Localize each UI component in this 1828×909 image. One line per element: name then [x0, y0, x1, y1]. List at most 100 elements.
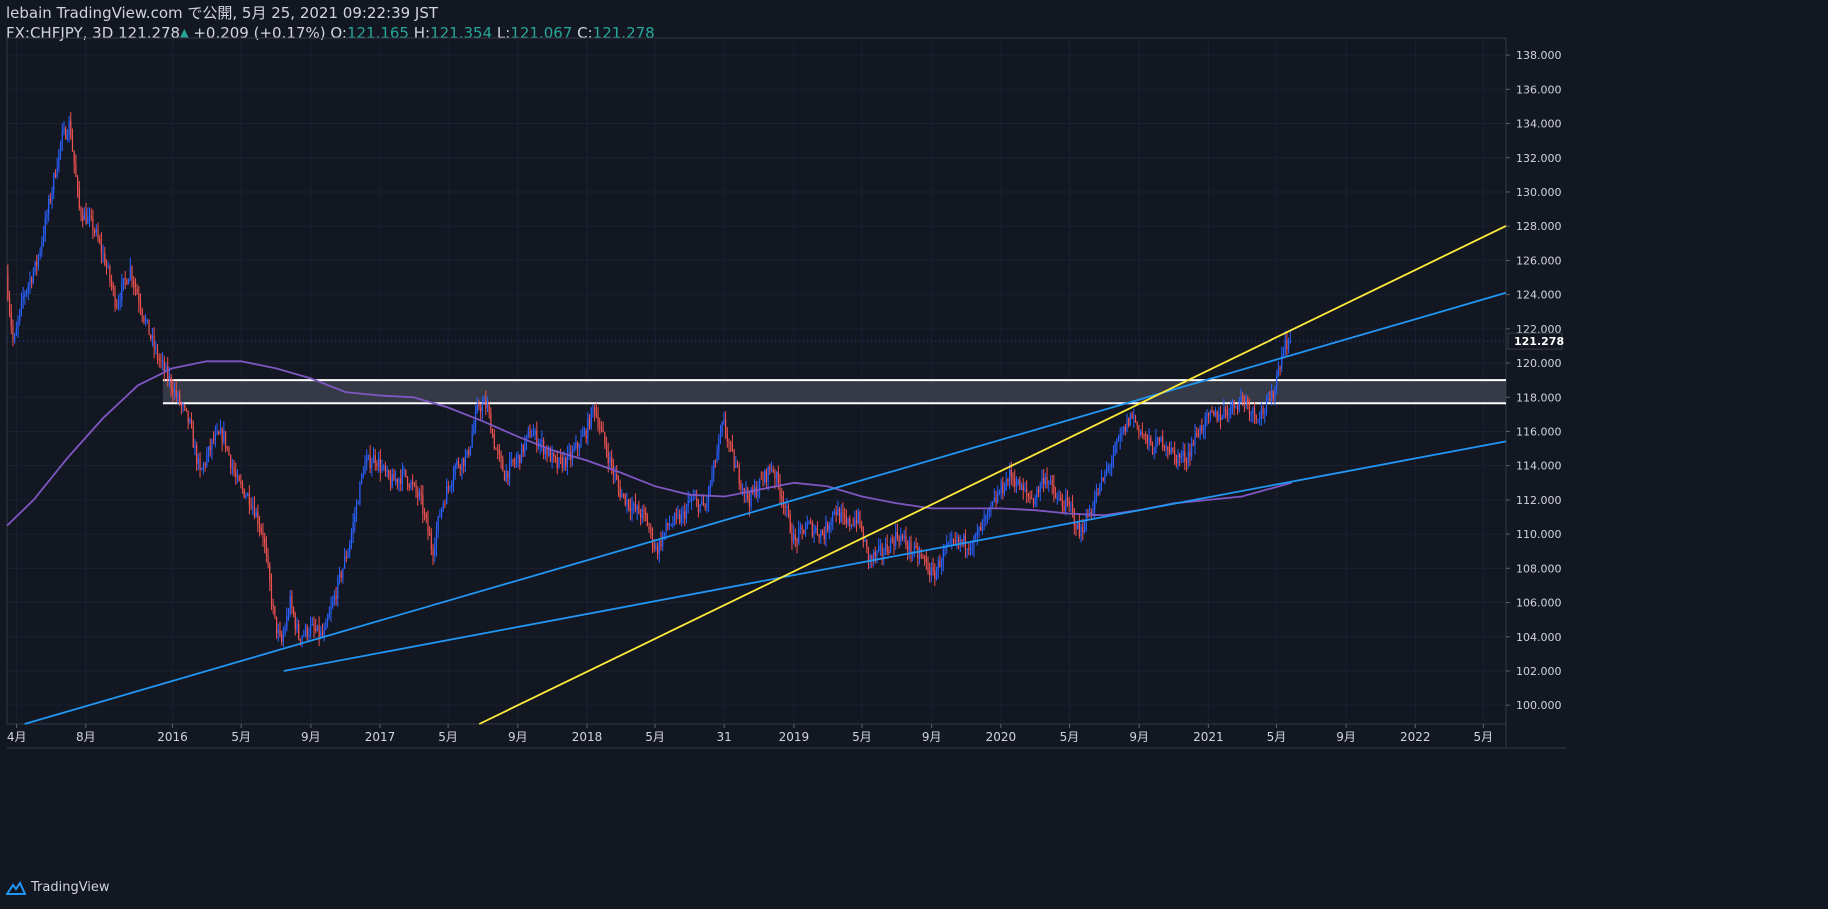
candle-body [338, 572, 341, 579]
candle-body [1032, 498, 1035, 505]
candle-body [206, 455, 208, 466]
candle-body [522, 444, 524, 453]
candle-body [935, 569, 938, 580]
candle-body [889, 539, 892, 553]
candle-body [248, 493, 250, 506]
candle-body [794, 534, 796, 539]
candle-body [480, 407, 482, 412]
candle-body [811, 522, 813, 536]
candle-body [355, 503, 358, 516]
candle-body [427, 518, 429, 533]
candle-body [493, 434, 495, 449]
candle-body [1230, 406, 1232, 414]
candle-body [464, 455, 466, 466]
candle-body [1123, 426, 1125, 433]
candle-body [258, 524, 261, 529]
candle-body [80, 208, 82, 216]
candle-body [952, 539, 955, 541]
candle-body [561, 457, 563, 469]
candle-body [725, 419, 727, 434]
candle-body [1031, 498, 1033, 500]
candle-body [236, 476, 239, 478]
candle-body [139, 302, 142, 310]
resistance-zone [162, 380, 1506, 404]
candle-body [347, 551, 349, 558]
candle-body [638, 505, 640, 514]
candle-body [544, 448, 546, 455]
candle-body [187, 410, 189, 423]
candle-body [400, 478, 402, 484]
candle-body [1097, 492, 1099, 495]
candle-body [628, 499, 630, 508]
candle-body [577, 442, 579, 448]
candle-body [1153, 453, 1155, 455]
candle-body [435, 530, 438, 548]
candle-body [8, 298, 11, 312]
candle-body [1034, 499, 1036, 505]
candle-body [153, 335, 155, 349]
candle-body [646, 516, 648, 527]
candle-body [1252, 408, 1254, 413]
candle-body [345, 556, 347, 558]
candle-body [924, 556, 926, 559]
candle-body [315, 628, 317, 631]
candle-body [182, 405, 184, 407]
candle-body [476, 404, 478, 413]
candle-body [344, 556, 346, 569]
candle-body [937, 560, 939, 570]
candle-body [1071, 504, 1074, 511]
candle-body [845, 517, 847, 524]
candle-body [1148, 437, 1150, 443]
candle-body [529, 430, 531, 438]
candle-body [881, 546, 883, 556]
candle-body [900, 535, 902, 542]
time-tick-label: 4月 [7, 730, 27, 744]
candle-body [405, 469, 407, 477]
candle-body [767, 466, 769, 482]
candle-body [776, 471, 778, 479]
candle-body [439, 516, 441, 518]
candle-body [631, 506, 633, 512]
candle-body [665, 523, 667, 533]
candle-body [833, 511, 836, 513]
price-tick-label: 134.000 [1516, 118, 1562, 131]
candle-body [886, 544, 888, 552]
candle-body [327, 618, 329, 622]
candle-body [454, 464, 456, 476]
candle-body [78, 187, 80, 209]
candle-body [1287, 341, 1290, 351]
candle-body [1112, 454, 1114, 462]
time-tick-label: 2016 [157, 730, 188, 744]
candle-body [675, 514, 677, 516]
candle-body [519, 454, 521, 464]
price-tick-label: 104.000 [1516, 631, 1562, 644]
candle-body [696, 498, 698, 501]
candle-body [726, 433, 728, 442]
candle-body [1077, 522, 1079, 530]
candle-body [716, 451, 718, 463]
time-tick-label: 2022 [1400, 730, 1431, 744]
candle-body [17, 320, 19, 329]
price-chart[interactable]: 100.000 102.000 104.000 106.000 108.000 110.0… [0, 0, 1828, 909]
candle-body [170, 376, 172, 389]
candle-body [150, 335, 152, 339]
time-tick-label: 2017 [365, 730, 396, 744]
candle-body [155, 348, 157, 350]
candle-body [1000, 482, 1002, 494]
candle-body [930, 567, 932, 576]
candle-body [488, 405, 490, 414]
time-tick-label: 5月 [852, 730, 872, 744]
candle-body [202, 463, 205, 469]
candle-body [801, 526, 803, 530]
candle-body [927, 561, 929, 572]
tradingview-footer[interactable]: TradingView [6, 880, 110, 895]
candle-body [107, 266, 109, 268]
candle-body [823, 534, 825, 540]
candle-body [793, 534, 795, 542]
candle-body [184, 405, 186, 408]
candle-body [1191, 443, 1193, 457]
candle-body [24, 293, 26, 297]
candle-body [374, 455, 376, 464]
candle-body [160, 360, 162, 362]
candle-body [553, 452, 555, 457]
